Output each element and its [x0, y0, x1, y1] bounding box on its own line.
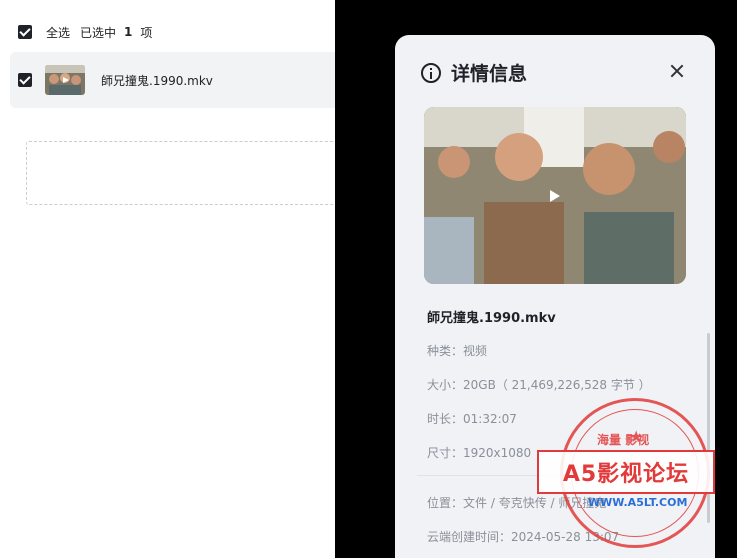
- select-all-label[interactable]: 全选: [46, 24, 70, 41]
- video-preview[interactable]: [424, 107, 686, 284]
- selected-count: 1: [124, 25, 133, 39]
- upload-drop-zone[interactable]: [26, 141, 335, 205]
- detail-key: 云端创建时间：: [427, 530, 512, 544]
- detail-key: 位置：: [427, 496, 464, 510]
- select-bar: 全选 已选中 1 项: [18, 22, 152, 42]
- detail-value: 20GB（ 21,469,226,528 字节 ）: [463, 378, 651, 392]
- panel-title: 详情信息: [451, 63, 528, 85]
- panel-scrollbar[interactable]: [707, 333, 710, 523]
- selected-unit: 项: [140, 25, 153, 40]
- video-thumbnail: [45, 65, 85, 95]
- file-name[interactable]: 師兄撞鬼.1990.mkv: [101, 72, 213, 89]
- close-icon[interactable]: [669, 63, 685, 79]
- detail-value: 01:32:07: [463, 412, 517, 426]
- detail-value: 1920x1080: [463, 446, 532, 460]
- file-row[interactable]: 師兄撞鬼.1990.mkv: [10, 52, 335, 108]
- info-icon: [421, 62, 441, 83]
- selected-prefix: 已选中: [80, 25, 117, 40]
- detail-size: 大小：20GB（ 21,469,226,528 字节 ）: [427, 376, 651, 393]
- select-all-checkbox[interactable]: [18, 25, 32, 39]
- watermark-banner: A5影视论坛: [537, 450, 715, 494]
- detail-value: 视频: [463, 344, 488, 358]
- detail-key: 时长：: [427, 412, 464, 426]
- detail-resolution: 尺寸：1920x1080: [427, 444, 531, 461]
- detail-key: 尺寸：: [427, 446, 464, 460]
- star-icon: ★: [629, 427, 644, 446]
- detail-key: 大小：: [427, 378, 464, 392]
- detail-key: 种类：: [427, 344, 464, 358]
- panel-header: 详情信息: [421, 59, 527, 86]
- play-icon[interactable]: [550, 190, 560, 202]
- watermark-url: WWW.A5LT.COM: [588, 496, 688, 509]
- file-checkbox[interactable]: [18, 73, 32, 87]
- detail-duration: 时长：01:32:07: [427, 410, 517, 427]
- detail-file-name: 師兄撞鬼.1990.mkv: [427, 311, 556, 326]
- detail-kind: 种类：视频: [427, 342, 487, 359]
- file-list-pane: 全选 已选中 1 项 師兄撞鬼.1990.mkv: [0, 0, 335, 558]
